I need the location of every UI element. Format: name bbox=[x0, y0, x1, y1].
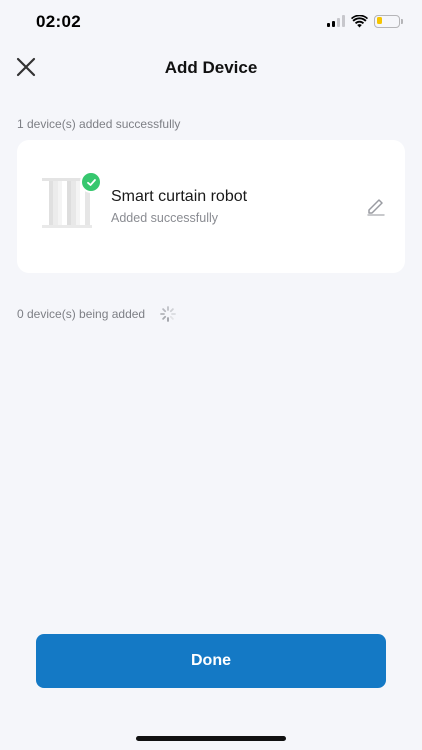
battery-level bbox=[376, 17, 382, 24]
battery-icon bbox=[374, 14, 403, 28]
spinner-icon bbox=[160, 306, 176, 322]
check-badge bbox=[80, 171, 102, 193]
pencil-icon[interactable] bbox=[366, 196, 386, 216]
home-indicator[interactable] bbox=[136, 736, 286, 741]
status-time: 02:02 bbox=[36, 12, 81, 31]
device-card[interactable]: Smart curtain robot Added successfully bbox=[17, 140, 405, 273]
device-name: Smart curtain robot bbox=[111, 188, 248, 205]
nav-bar: Add Device bbox=[0, 44, 422, 90]
status-bar: 02:02 bbox=[0, 0, 422, 44]
page-title: Add Device bbox=[164, 58, 258, 77]
wifi-icon bbox=[351, 14, 368, 27]
device-status: Added successfully bbox=[111, 211, 219, 225]
signal-icon bbox=[327, 15, 345, 27]
done-button[interactable]: Done bbox=[36, 634, 386, 688]
add-device-screen: 02:02 Add Device 1 device(s) added succe… bbox=[0, 0, 422, 750]
status-icons bbox=[327, 13, 403, 29]
adding-count-label: 0 device(s) being added bbox=[17, 307, 146, 321]
check-icon bbox=[86, 178, 96, 186]
success-count-label: 1 device(s) added successfully bbox=[17, 117, 181, 131]
adding-row: 0 device(s) being added bbox=[17, 305, 177, 323]
